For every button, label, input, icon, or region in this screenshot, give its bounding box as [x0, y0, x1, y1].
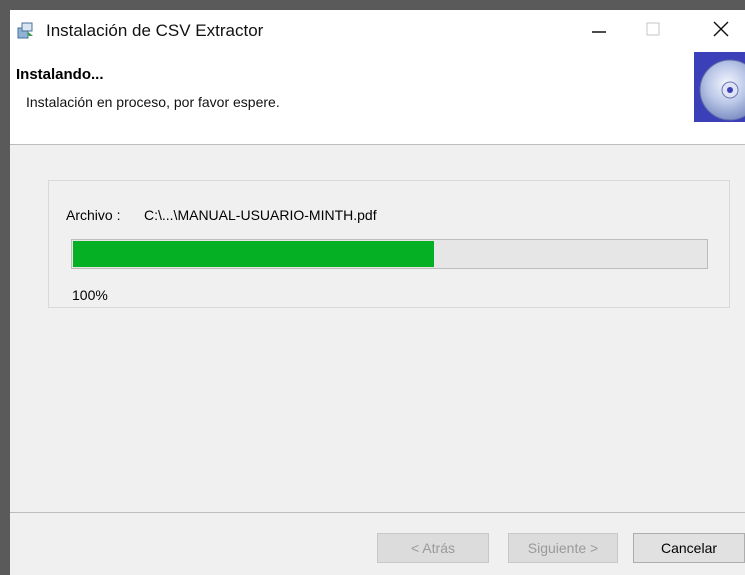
installer-app-icon — [16, 20, 36, 40]
file-path: C:\...\MANUAL-USUARIO-MINTH.pdf — [144, 207, 377, 223]
footer-divider — [10, 512, 745, 513]
back-button[interactable]: < Atrás — [377, 533, 489, 563]
cd-disc-icon — [694, 59, 745, 122]
next-button[interactable]: Siguiente > — [508, 533, 618, 563]
window-title: Instalación de CSV Extractor — [46, 21, 264, 40]
close-button[interactable] — [698, 10, 744, 52]
progress-bar — [71, 239, 708, 269]
cd-banner — [694, 52, 745, 122]
minimize-icon — [590, 20, 608, 43]
progress-fill — [73, 241, 434, 267]
close-icon — [711, 19, 731, 44]
minimize-button[interactable] — [576, 10, 622, 52]
current-file-row: Archivo : C:\...\MANUAL-USUARIO-MINTH.pdf — [66, 207, 377, 223]
header-panel: Instalando... Instalación en proceso, po… — [10, 52, 745, 145]
progress-group: Archivo : C:\...\MANUAL-USUARIO-MINTH.pdf… — [48, 180, 730, 308]
page-subtitle: Instalación en proceso, por favor espere… — [26, 94, 280, 110]
maximize-button[interactable] — [630, 10, 676, 52]
cancel-button[interactable]: Cancelar — [633, 533, 745, 563]
progress-percent: 100% — [72, 287, 108, 303]
file-label: Archivo : — [66, 207, 121, 223]
title-bar[interactable]: Instalación de CSV Extractor — [10, 10, 745, 52]
page-title: Instalando... — [16, 66, 104, 83]
installer-window: Instalación de CSV Extractor Instalando.… — [0, 0, 745, 575]
maximize-icon — [644, 20, 662, 43]
